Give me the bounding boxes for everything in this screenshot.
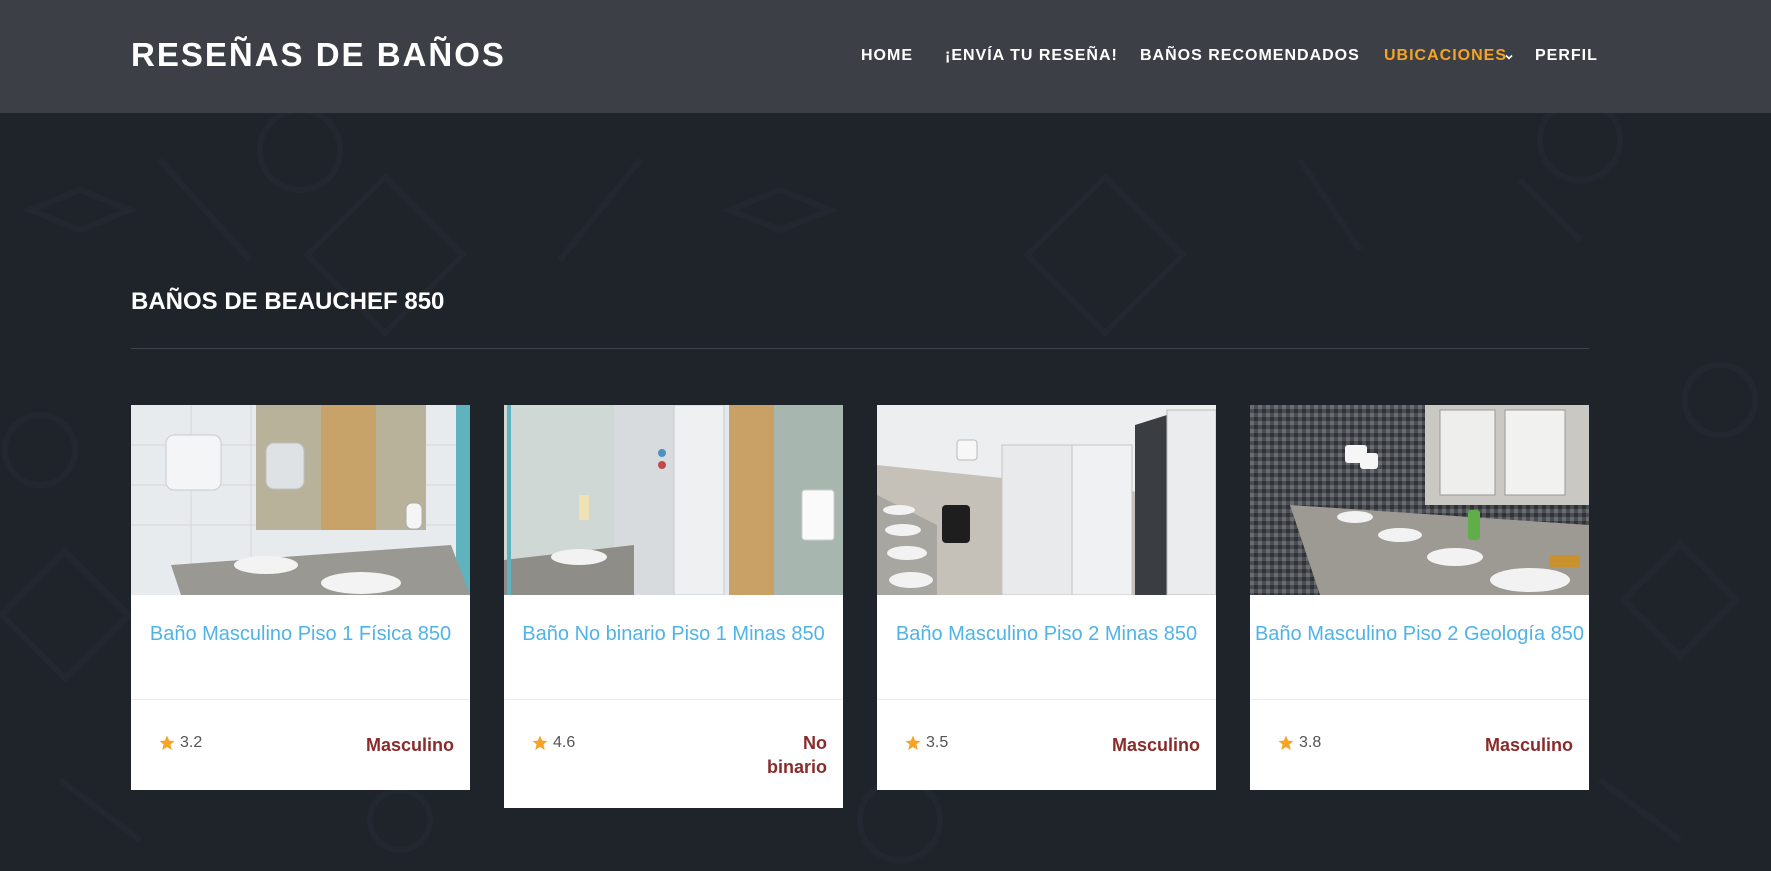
- star-icon: [905, 735, 921, 750]
- gender-tag: Masculino: [365, 735, 454, 755]
- gender-tag: Masculino: [1484, 735, 1573, 755]
- gender-tag: No binario: [766, 733, 827, 777]
- rating-value: 3.8: [1299, 734, 1322, 751]
- rating-value: 3.5: [926, 734, 949, 751]
- card-footer: 3.8 Masculino: [1250, 700, 1589, 790]
- bathroom-card[interactable]: Baño No binario Piso 1 Minas 850 4.6 No …: [504, 405, 843, 808]
- rating-value: 4.6: [553, 734, 576, 751]
- bathroom-photo[interactable]: [504, 405, 843, 595]
- bathroom-photo[interactable]: [877, 405, 1216, 595]
- rating-value: 3.2: [180, 734, 203, 751]
- bathroom-card[interactable]: Baño Masculino Piso 2 Geología 850 3.8 M…: [1250, 405, 1589, 790]
- star-icon: [159, 735, 175, 750]
- bathroom-photo[interactable]: [1250, 405, 1589, 595]
- nav-locations[interactable]: UBICACIONES: [1384, 47, 1507, 65]
- card-footer: 4.6 No binario: [504, 700, 843, 807]
- site-header: RESEÑAS DE BAÑOS HOME ¡ENVÍA TU RESEÑA! …: [0, 0, 1771, 113]
- card-title[interactable]: Baño Masculino Piso 2 Geología 850: [1250, 595, 1589, 700]
- bathroom-card[interactable]: Baño Masculino Piso 2 Minas 850 3.5 Masc…: [877, 405, 1216, 790]
- bathroom-card[interactable]: Baño Masculino Piso 1 Física 850 3.2 Mas…: [131, 405, 470, 790]
- nav-recommended[interactable]: BAÑOS RECOMENDADOS: [1140, 47, 1360, 65]
- star-icon: [532, 735, 548, 750]
- card-title[interactable]: Baño Masculino Piso 1 Física 850: [131, 595, 470, 700]
- card-footer: 3.2 Masculino: [131, 700, 470, 790]
- nav-home[interactable]: HOME: [861, 47, 913, 65]
- gender-tag: Masculino: [1111, 735, 1200, 755]
- chevron-down-icon[interactable]: [1505, 53, 1513, 61]
- nav-profile[interactable]: PERFIL: [1535, 47, 1598, 65]
- card-footer: 3.5 Masculino: [877, 700, 1216, 790]
- card-title[interactable]: Baño No binario Piso 1 Minas 850: [504, 595, 843, 700]
- bathroom-photo[interactable]: [131, 405, 470, 595]
- section-title: BAÑOS DE BEAUCHEF 850: [131, 288, 445, 315]
- nav-send-review[interactable]: ¡ENVÍA TU RESEÑA!: [945, 47, 1118, 65]
- star-icon: [1278, 735, 1294, 750]
- main-nav: HOME ¡ENVÍA TU RESEÑA! BAÑOS RECOMENDADO…: [0, 47, 1771, 67]
- section-divider: [131, 348, 1589, 349]
- card-title[interactable]: Baño Masculino Piso 2 Minas 850: [877, 595, 1216, 700]
